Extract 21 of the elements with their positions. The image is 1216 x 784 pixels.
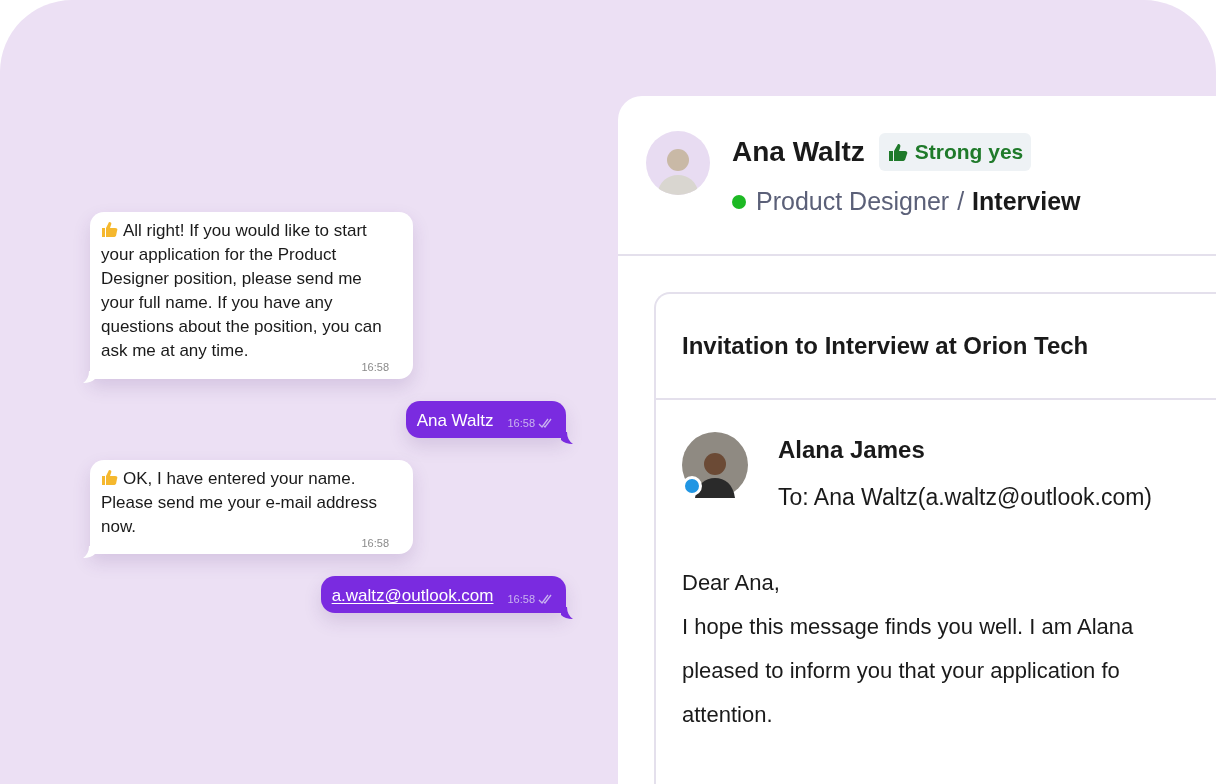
- message-time: 16:58: [507, 591, 535, 607]
- email-body-line: pleased to inform you that your application fo: [682, 656, 1121, 685]
- email-link[interactable]: a.waltz@outlook.com: [331, 584, 494, 608]
- stage-label: Interview: [972, 186, 1081, 217]
- message-text: All right! If you would like to start your application for the Product Designer position, please send me your full name. If you have any questions about the position, you can ask me at any time.: [101, 220, 383, 362]
- message-time: 16:58: [360, 360, 389, 375]
- message-text: Ana Waltz: [416, 409, 494, 432]
- sender-name: Alana James: [778, 435, 926, 465]
- job-role: Product Designer: [756, 186, 950, 217]
- message-text: OK, I have entered your name. Please send me your e-mail address now.: [101, 467, 378, 538]
- rating-badge: Strong yes: [878, 133, 1032, 171]
- recipient-line: To: Ana Waltz(a.waltz@outlook.com): [778, 483, 1153, 512]
- email-subject: Invitation to Interview at Orion Tech: [682, 331, 1089, 361]
- email-body-line: attention.: [682, 700, 774, 729]
- email-body-line: I hope this message finds you well. I am Alana: [682, 612, 1135, 641]
- candidate-name: Ana Waltz: [732, 135, 865, 169]
- email-body-line: Dear Ana,: [682, 568, 781, 597]
- thumbs-up-icon: [886, 142, 909, 162]
- breadcrumb-separator: /: [957, 186, 965, 217]
- message-time: 16:58: [507, 416, 535, 431]
- message-time: 16:58: [360, 535, 389, 551]
